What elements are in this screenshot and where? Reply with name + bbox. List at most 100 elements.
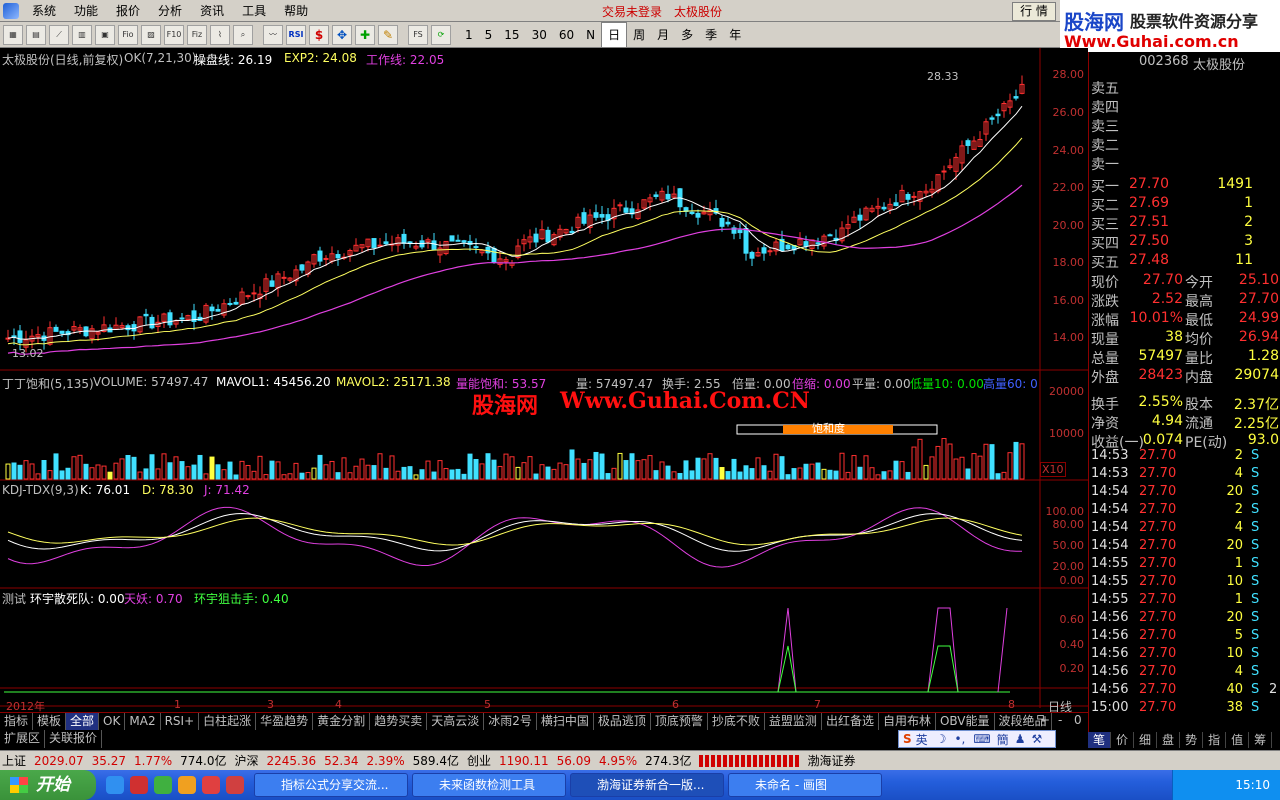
menu-help[interactable]: 帮助 bbox=[275, 0, 317, 22]
period-week[interactable]: 周 bbox=[627, 23, 651, 47]
search-icon[interactable]: ⌕ bbox=[233, 24, 253, 45]
tab-indicator-7[interactable]: 华盈趋势 bbox=[256, 713, 314, 730]
tabs-zero-button[interactable]: 0 bbox=[1070, 712, 1086, 729]
rsi-icon[interactable]: RSI bbox=[286, 24, 306, 45]
grid-icon[interactable]: ▤ bbox=[26, 24, 46, 45]
tab-indicator-6[interactable]: 白柱起涨 bbox=[199, 713, 257, 730]
start-button[interactable]: 开始 bbox=[0, 770, 96, 800]
menu-system[interactable]: 系统 bbox=[23, 0, 65, 22]
quote-tab-5[interactable]: 指 bbox=[1203, 732, 1227, 748]
tick-time: 14:56 bbox=[1091, 610, 1129, 625]
tab-related-quote[interactable]: 关联报价 bbox=[45, 730, 103, 748]
tab-indicator-11[interactable]: 冰雨2号 bbox=[484, 713, 537, 730]
task-bohai-securities[interactable]: 渤海证券新合一版... bbox=[570, 773, 724, 797]
fs-icon[interactable]: FS bbox=[408, 24, 428, 45]
news-icon[interactable]: ▣ bbox=[95, 24, 115, 45]
period-day[interactable]: 日 bbox=[601, 21, 628, 48]
cy-pct: 4.95% bbox=[598, 753, 638, 768]
f10-icon[interactable]: F10 bbox=[164, 24, 184, 45]
fio-icon[interactable]: Fio bbox=[118, 24, 138, 45]
fiz-icon[interactable]: Fiz bbox=[187, 24, 207, 45]
period-30min[interactable]: 30 bbox=[526, 23, 553, 47]
period-multi[interactable]: 多 bbox=[675, 23, 699, 47]
tick-volume: 5 bbox=[1234, 628, 1243, 643]
tab-indicator-2[interactable]: 全部 bbox=[66, 713, 100, 730]
ime-lang[interactable]: 英 bbox=[916, 731, 928, 748]
pen-icon[interactable]: ✎ bbox=[378, 24, 398, 45]
plus-icon[interactable]: ✚ bbox=[355, 24, 375, 45]
tab-indicator-14[interactable]: 顶底预警 bbox=[651, 713, 708, 730]
menu-tools[interactable]: 工具 bbox=[233, 0, 275, 22]
task-paint[interactable]: 未命名 - 画图 bbox=[728, 773, 882, 797]
menu-analysis[interactable]: 分析 bbox=[149, 0, 191, 22]
app-quick-icon-1[interactable] bbox=[130, 776, 148, 794]
quote-tab-7[interactable]: 筹 bbox=[1249, 732, 1273, 748]
tab-indicator-9[interactable]: 趋势买卖 bbox=[370, 713, 428, 730]
tabs-minus-button[interactable]: - bbox=[1054, 712, 1066, 729]
app-quick-icon-4[interactable] bbox=[202, 776, 220, 794]
app-quick-icon-5[interactable] bbox=[226, 776, 244, 794]
tab-indicator-19[interactable]: OBV能量 bbox=[936, 713, 995, 730]
tab-indicator-8[interactable]: 黄金分割 bbox=[313, 713, 371, 730]
kdj-pane-title[interactable]: KDJ-TDX(9,3) bbox=[2, 483, 79, 497]
tab-expand[interactable]: 扩展区 bbox=[0, 730, 46, 748]
ie-icon[interactable] bbox=[106, 776, 124, 794]
candle-body bbox=[299, 264, 305, 271]
line-icon[interactable]: ⟋ bbox=[49, 24, 69, 45]
tab-indicator-16[interactable]: 益盟监测 bbox=[765, 713, 822, 730]
tick-volume: 10 bbox=[1226, 574, 1243, 589]
fund-icon[interactable]: ▨ bbox=[141, 24, 161, 45]
period-60min[interactable]: 60 bbox=[553, 23, 580, 47]
period-year[interactable]: 年 bbox=[723, 23, 747, 47]
market-button[interactable]: 行 情 bbox=[1012, 2, 1056, 21]
quote-tab-0[interactable]: 笔 bbox=[1088, 732, 1112, 748]
period-month[interactable]: 月 bbox=[651, 23, 675, 47]
cy-amount: 274.3亿 bbox=[645, 754, 692, 768]
app-quick-icon-3[interactable] bbox=[178, 776, 196, 794]
tab-indicator-5[interactable]: RSI+ bbox=[161, 713, 200, 730]
app-quick-icon-2[interactable] bbox=[154, 776, 172, 794]
stock-name-link[interactable]: 太极股份 bbox=[674, 3, 722, 20]
tab-indicator-4[interactable]: MA2 bbox=[125, 713, 161, 730]
ime-bar[interactable]: S 英 ☽ •, ⌨ 簡 ♟ ⚒ bbox=[898, 730, 1056, 748]
tab-indicator-12[interactable]: 横扫中国 bbox=[537, 713, 594, 730]
refresh-icon[interactable]: ⟳ bbox=[431, 24, 451, 45]
period-season[interactable]: 季 bbox=[699, 23, 723, 47]
vol-pane-title[interactable]: 丁丁饱和(5,135) bbox=[2, 375, 94, 392]
broker-name: 渤海证券 bbox=[807, 754, 856, 768]
period-15min[interactable]: 15 bbox=[498, 23, 525, 47]
tab-indicator-15[interactable]: 抄底不败 bbox=[708, 713, 765, 730]
tab-indicator-17[interactable]: 出红备选 bbox=[822, 713, 879, 730]
period-1min[interactable]: 1 bbox=[459, 23, 479, 47]
trade-status-link[interactable]: 交易未登录 bbox=[602, 3, 662, 20]
quote-tab-1[interactable]: 价 bbox=[1111, 732, 1135, 748]
tab-indicator-18[interactable]: 自用布林 bbox=[879, 713, 936, 730]
task-future-check[interactable]: 未来函数检测工具 bbox=[412, 773, 566, 797]
table-icon[interactable]: ▥ bbox=[72, 24, 92, 45]
task-formula-share[interactable]: 指标公式分享交流... bbox=[254, 773, 408, 797]
tab-indicator-10[interactable]: 天高云淡 bbox=[427, 713, 485, 730]
move-icon[interactable]: ✥ bbox=[332, 24, 352, 45]
trend-icon[interactable]: 〰 bbox=[263, 24, 283, 45]
menu-news[interactable]: 资讯 bbox=[191, 0, 233, 22]
tab-indicator-1[interactable]: 模板 bbox=[33, 713, 67, 730]
tab-indicator-3[interactable]: OK bbox=[99, 713, 126, 730]
tab-indicator-13[interactable]: 极品逃顶 bbox=[594, 713, 651, 730]
chart-icon[interactable]: ▦ bbox=[3, 24, 23, 45]
kline-icon[interactable]: ⌇ bbox=[210, 24, 230, 45]
period-5min[interactable]: 5 bbox=[479, 23, 499, 47]
tab-indicator-0[interactable]: 指标 bbox=[0, 713, 34, 730]
stat-value: 38 bbox=[1165, 329, 1183, 345]
quote-tab-4[interactable]: 势 bbox=[1180, 732, 1204, 748]
quote-tab-6[interactable]: 值 bbox=[1226, 732, 1250, 748]
period-n[interactable]: N bbox=[580, 23, 601, 47]
quote-tab-3[interactable]: 盘 bbox=[1157, 732, 1181, 748]
dollar-icon[interactable]: $ bbox=[309, 24, 329, 45]
tabs-plus-button[interactable]: + bbox=[1036, 712, 1054, 729]
menu-function[interactable]: 功能 bbox=[65, 0, 107, 22]
quote-tab-2[interactable]: 细 bbox=[1134, 732, 1158, 748]
menu-quote[interactable]: 报价 bbox=[107, 0, 149, 22]
main-indicator-name[interactable]: OK(7,21,30) bbox=[124, 51, 196, 65]
test-pane-title[interactable]: 测试 bbox=[2, 590, 26, 607]
chart-area[interactable]: 太极股份(日线,前复权) OK(7,21,30) 操盘线: 26.19 EXP2… bbox=[0, 48, 1088, 714]
